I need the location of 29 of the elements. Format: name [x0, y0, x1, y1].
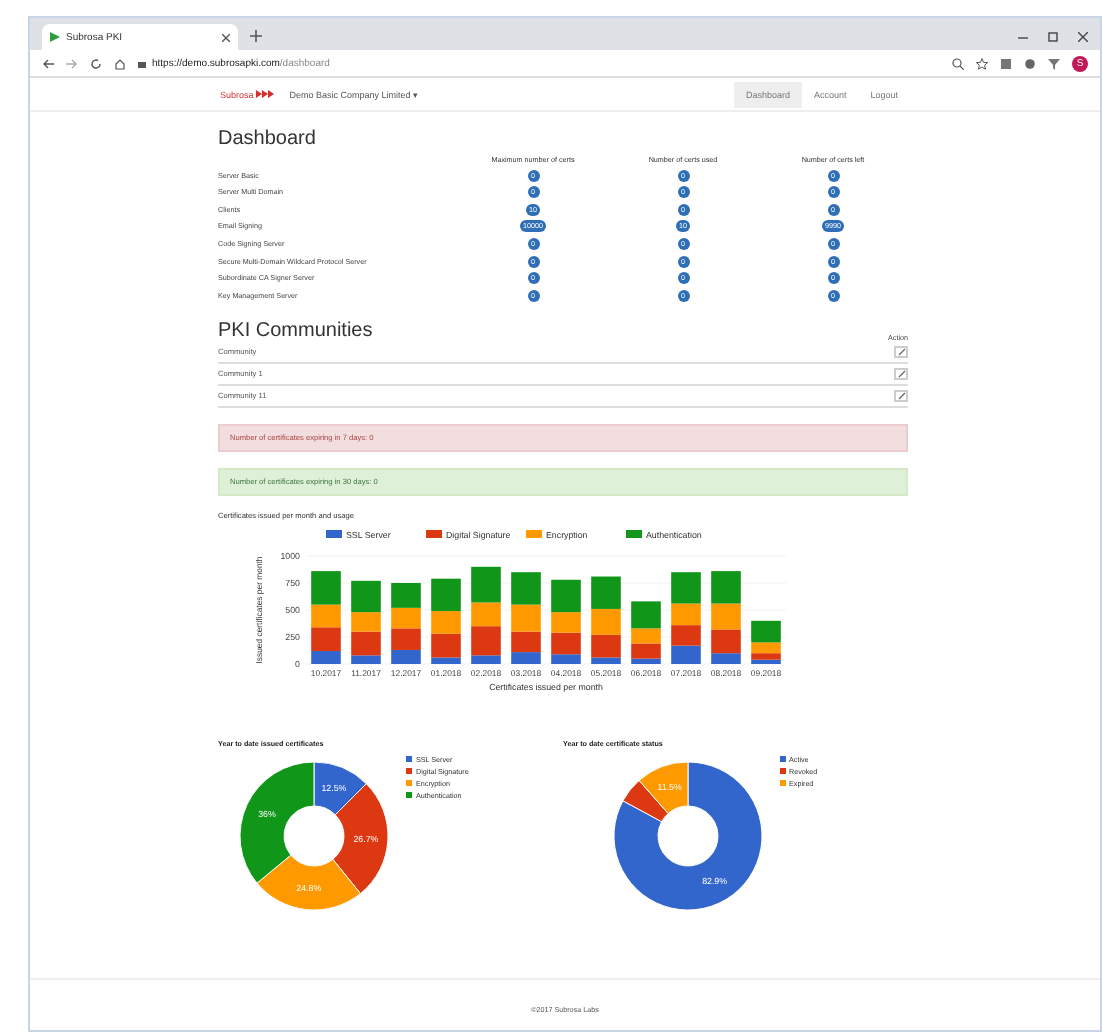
bar [591, 576, 621, 609]
zoom-icon[interactable] [952, 57, 964, 69]
bar [591, 608, 621, 635]
reload-icon[interactable] [90, 57, 102, 69]
star-icon[interactable] [976, 57, 988, 69]
edit-button[interactable] [894, 389, 908, 402]
bar [391, 607, 421, 628]
bar [431, 610, 461, 634]
page-title: Dashboard [218, 128, 318, 150]
bar [391, 582, 421, 608]
back-icon[interactable] [42, 57, 54, 69]
close-icon[interactable] [1078, 32, 1088, 42]
bar [431, 578, 461, 611]
section-title: PKI Communities [218, 319, 373, 342]
bar [511, 571, 541, 605]
edit-button[interactable] [894, 367, 908, 380]
minimize-icon[interactable] [1018, 32, 1028, 42]
home-icon[interactable] [114, 57, 126, 69]
play-icon [50, 32, 60, 42]
maximize-icon[interactable] [1048, 32, 1058, 42]
bar [711, 570, 741, 603]
filter-icon[interactable] [1048, 57, 1060, 69]
edit-button[interactable] [894, 345, 908, 358]
arrows-icon [255, 90, 274, 98]
bar [671, 624, 701, 646]
bar [511, 604, 541, 632]
new-tab-icon[interactable] [250, 30, 262, 42]
bar [711, 603, 741, 629]
close-icon[interactable] [222, 33, 230, 41]
